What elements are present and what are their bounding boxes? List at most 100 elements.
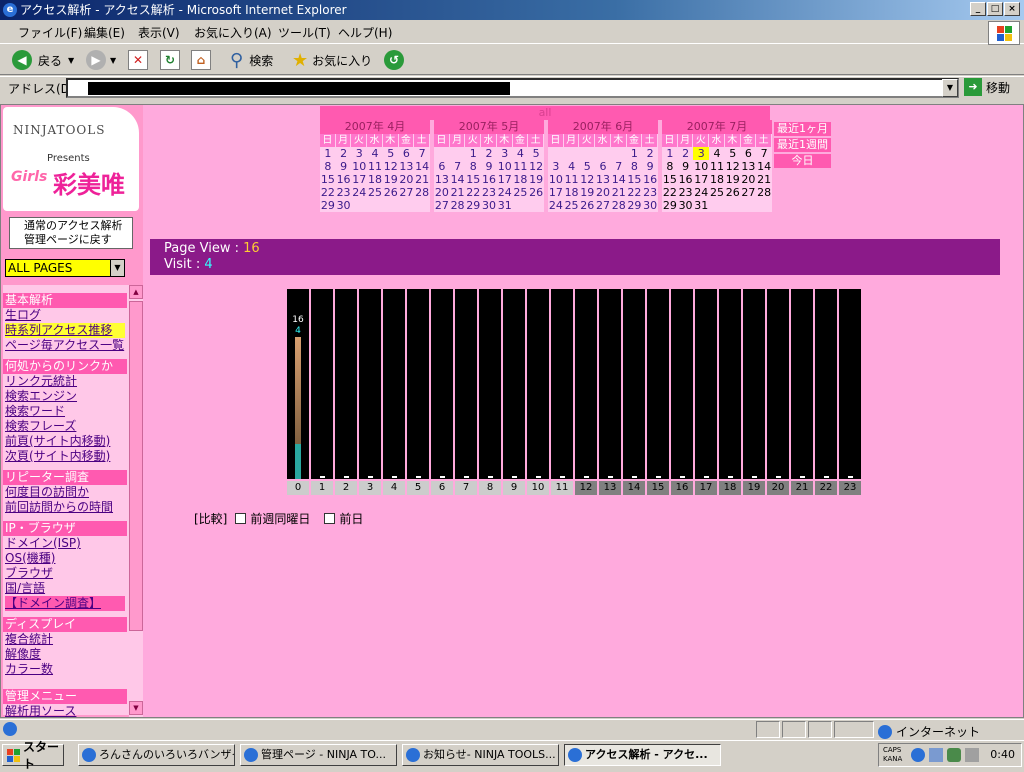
task-button[interactable]: ろんさんのいろいろバンザイ... [78,744,235,766]
day-cell[interactable]: 3 [548,160,564,173]
day-cell[interactable]: 8 [465,160,481,173]
day-cell[interactable]: 9 [678,160,694,173]
scroll-down-icon[interactable]: ▼ [129,701,143,715]
home-button[interactable]: ⌂ [191,48,211,72]
search-button[interactable]: ⚲ 検索 [230,48,273,72]
day-cell[interactable]: 4 [367,147,383,160]
day-cell[interactable]: 16 [481,173,497,186]
day-cell[interactable]: 7 [756,147,772,160]
forward-button[interactable]: ▶ ▼ [86,48,116,72]
day-cell[interactable]: 25 [564,199,580,212]
task-button-active[interactable]: アクセス解析 - アクセ... [564,744,721,766]
day-cell[interactable]: 11 [367,160,383,173]
day-cell[interactable]: 26 [579,199,595,212]
nav-link[interactable]: ドメイン(ISP) [5,536,81,551]
sidebar-scrollbar[interactable]: ▲ ▼ [129,285,143,717]
nav-link[interactable]: ページ毎アクセス一覧 [5,338,124,353]
day-cell[interactable]: 19 [725,173,741,186]
day-cell[interactable]: 13 [434,173,450,186]
day-cell[interactable]: 12 [725,160,741,173]
day-cell[interactable]: 5 [528,147,544,160]
day-cell[interactable]: 2 [642,147,658,160]
day-cell[interactable]: 25 [513,186,529,199]
day-cell[interactable]: 27 [434,199,450,212]
day-cell[interactable]: 2 [678,147,694,160]
day-cell[interactable]: 19 [579,186,595,199]
day-cell[interactable]: 20 [595,186,611,199]
day-cell[interactable]: 31 [497,199,513,212]
day-cell[interactable]: 17 [693,173,709,186]
tray-icon[interactable] [965,748,979,762]
day-cell[interactable]: 20 [434,186,450,199]
day-cell[interactable]: 19 [528,173,544,186]
day-cell[interactable]: 15 [627,173,643,186]
nav-link[interactable]: OS(機種) [5,551,55,566]
day-cell[interactable]: 9 [481,160,497,173]
day-cell[interactable]: 27 [595,199,611,212]
last-week-button[interactable]: 最近1週間 [774,138,831,152]
day-cell[interactable]: 24 [548,199,564,212]
day-cell[interactable]: 7 [611,160,627,173]
day-cell[interactable]: 16 [642,173,658,186]
day-cell[interactable]: 14 [756,160,772,173]
month-title[interactable]: 2007年 6月 [548,120,658,134]
day-cell[interactable]: 7 [414,147,430,160]
day-cell[interactable]: 12 [528,160,544,173]
day-cell[interactable]: 5 [725,147,741,160]
close-button[interactable]: × [1004,2,1020,16]
day-cell[interactable]: 8 [627,160,643,173]
day-cell[interactable]: 22 [320,186,336,199]
compare-prev-week-checkbox[interactable] [235,513,247,524]
day-cell[interactable]: 15 [662,173,678,186]
day-cell[interactable]: 17 [351,173,367,186]
day-cell[interactable]: 24 [693,186,709,199]
day-cell[interactable]: 24 [497,186,513,199]
day-cell[interactable]: 1 [662,147,678,160]
nav-link[interactable]: 検索ワード [5,404,65,419]
nav-link-active[interactable]: 時系列アクセス推移 [5,323,125,338]
day-cell[interactable]: 29 [662,199,678,212]
nav-link[interactable]: 複合統計 [5,632,53,647]
day-cell[interactable]: 8 [320,160,336,173]
day-cell[interactable]: 30 [642,199,658,212]
nav-link[interactable]: リンク元統計 [5,374,77,389]
day-cell[interactable]: 12 [383,160,399,173]
tray-icon[interactable] [911,748,925,762]
day-cell[interactable]: 19 [383,173,399,186]
day-cell[interactable]: 6 [741,147,757,160]
day-cell[interactable]: 23 [336,186,352,199]
go-button[interactable]: ➜ 移動 [964,78,1010,96]
nav-link[interactable]: 生ログ [5,308,41,323]
day-cell[interactable]: 26 [528,186,544,199]
nav-link[interactable]: 前頁(サイト内移動) [5,434,110,449]
compare-prev-day-checkbox[interactable] [324,513,336,524]
day-cell[interactable]: 2 [336,147,352,160]
day-cell[interactable]: 30 [678,199,694,212]
day-cell[interactable]: 14 [611,173,627,186]
day-cell[interactable]: 10 [693,160,709,173]
day-cell[interactable]: 11 [513,160,529,173]
day-cell[interactable]: 13 [595,173,611,186]
day-cell[interactable]: 3 [497,147,513,160]
tray-icon[interactable] [929,748,943,762]
month-title[interactable]: 2007年 4月 [320,120,430,134]
day-cell[interactable]: 1 [465,147,481,160]
day-cell[interactable]: 27 [399,186,415,199]
day-cell[interactable]: 15 [320,173,336,186]
back-to-admin-button[interactable]: 通常のアクセス解析 管理ページに戻す [9,217,133,249]
nav-link[interactable]: 【ドメイン調査】 [5,596,125,611]
task-button[interactable]: お知らせ- NINJA TOOLS... [402,744,559,766]
day-cell[interactable]: 10 [548,173,564,186]
day-cell[interactable]: 18 [709,173,725,186]
month-title[interactable]: 2007年 7月 [662,120,772,134]
day-cell[interactable]: 21 [414,173,430,186]
day-cell[interactable]: 3 [351,147,367,160]
day-cell[interactable]: 1 [320,147,336,160]
nav-link[interactable]: ブラウザ [5,566,53,581]
day-cell[interactable]: 6 [434,160,450,173]
day-cell[interactable]: 11 [564,173,580,186]
today-button[interactable]: 今日 [774,154,831,168]
day-cell[interactable]: 29 [320,199,336,212]
maximize-button[interactable]: □ [987,2,1003,16]
tray-icon[interactable] [947,748,961,762]
